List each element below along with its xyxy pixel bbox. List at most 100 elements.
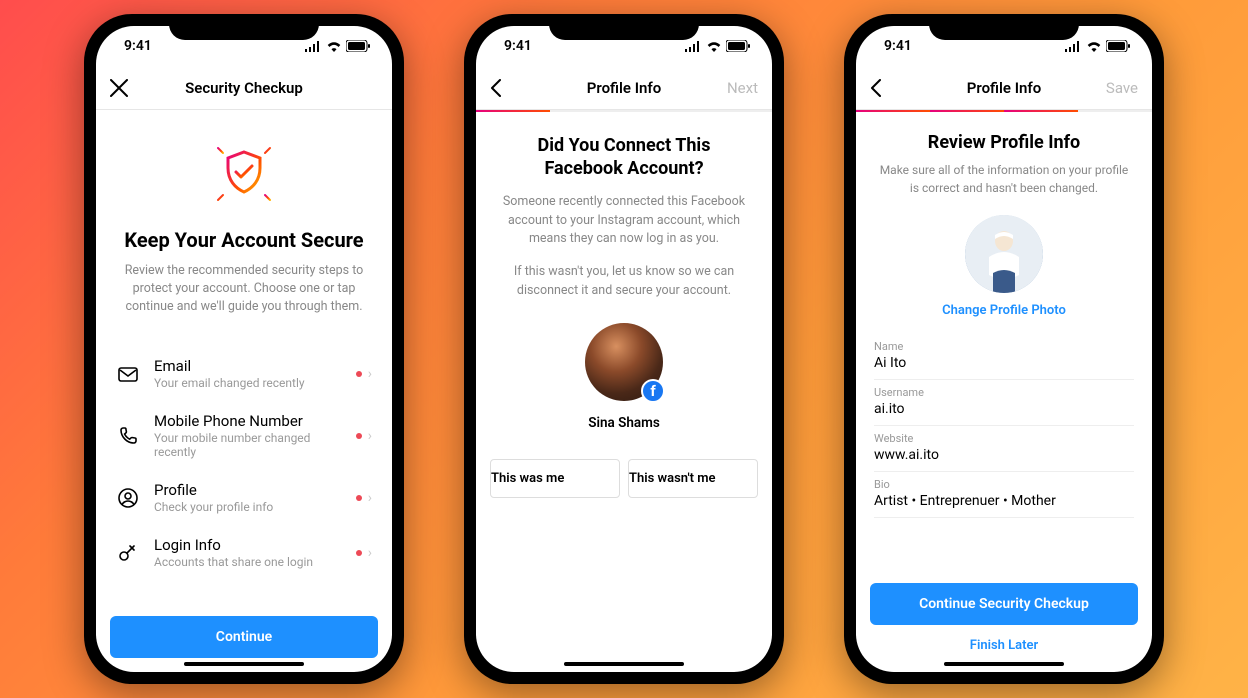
close-icon <box>110 79 128 97</box>
field-label: Bio <box>874 478 1134 491</box>
avatar-name: Sina Shams <box>500 415 748 431</box>
content: Review Profile Info Make sure all of the… <box>856 112 1152 672</box>
profile-fields: Name Ai Ito Username ai.ito Website www.… <box>856 328 1152 518</box>
cellular-icon <box>685 41 702 52</box>
wifi-icon <box>706 41 722 52</box>
this-was-me-button[interactable]: This was me <box>490 459 620 498</box>
status-icons <box>1065 40 1130 52</box>
nav-title: Profile Info <box>967 79 1041 97</box>
content: Keep Your Account Secure Review the reco… <box>96 110 392 672</box>
field-value: Artist • Entreprenuer • Mother <box>874 493 1134 509</box>
screen-connect-facebook: 9:41 Profile Info Next Did You Connect T… <box>476 26 772 672</box>
item-title: Email <box>154 357 342 375</box>
item-subtitle: Your mobile number changed recently <box>154 431 342 459</box>
shield-illustration <box>204 134 284 214</box>
security-item-phone[interactable]: Mobile Phone Number Your mobile number c… <box>102 401 386 470</box>
item-title: Mobile Phone Number <box>154 412 342 430</box>
item-title: Profile <box>154 481 342 499</box>
back-icon <box>490 79 502 97</box>
alert-dot-icon <box>356 371 362 377</box>
cellular-icon <box>305 41 322 52</box>
item-title: Login Info <box>154 536 342 554</box>
continue-button[interactable]: Continue <box>110 616 378 658</box>
alert-dot-icon <box>356 433 362 439</box>
content: Did You Connect This Facebook Account? S… <box>476 112 772 672</box>
status-icons <box>685 40 750 52</box>
battery-icon <box>346 40 370 52</box>
cellular-icon <box>1065 41 1082 52</box>
field-label: Name <box>874 340 1134 353</box>
field-value: www.ai.ito <box>874 447 1134 463</box>
phone-notch <box>549 14 699 40</box>
nav-title: Security Checkup <box>185 79 303 97</box>
hero: Keep Your Account Secure Review the reco… <box>96 110 392 336</box>
field-label: Username <box>874 386 1134 399</box>
battery-icon <box>1106 40 1130 52</box>
field-value: ai.ito <box>874 401 1134 417</box>
profile-icon <box>116 486 140 510</box>
facebook-badge-icon: f <box>641 379 665 403</box>
screen-review-profile: 9:41 Profile Info Save Review Profile In… <box>856 26 1152 672</box>
field-bio[interactable]: Bio Artist • Entreprenuer • Mother <box>874 472 1134 518</box>
continue-checkup-button[interactable]: Continue Security Checkup <box>870 583 1138 625</box>
status-icons <box>305 40 370 52</box>
heading: Review Profile Info <box>878 132 1130 153</box>
nav-header: Profile Info Next <box>476 66 772 110</box>
phone-mockup-3: 9:41 Profile Info Save Review Profile In… <box>844 14 1164 684</box>
hero-title: Keep Your Account Secure <box>116 228 372 252</box>
screen-security-checkup: 9:41 Security Checkup <box>96 26 392 672</box>
nav-close-button[interactable] <box>110 79 150 97</box>
nav-header: Security Checkup <box>96 66 392 110</box>
item-subtitle: Your email changed recently <box>154 376 342 390</box>
phone-mockup-1: 9:41 Security Checkup <box>84 14 404 684</box>
back-icon <box>870 79 882 97</box>
phone-mockup-2: 9:41 Profile Info Next Did You Connect T… <box>464 14 784 684</box>
item-subtitle: Accounts that share one login <box>154 555 342 569</box>
status-time: 9:41 <box>504 38 532 54</box>
home-indicator[interactable] <box>944 662 1064 666</box>
field-username[interactable]: Username ai.ito <box>874 380 1134 426</box>
wifi-icon <box>1086 41 1102 52</box>
alert-dot-icon <box>356 550 362 556</box>
nav-back-button[interactable] <box>490 79 530 97</box>
this-wasnt-me-button[interactable]: This wasn't me <box>628 459 758 498</box>
security-items-list: Email Your email changed recently › Mobi… <box>96 336 392 580</box>
nav-title: Profile Info <box>587 79 661 97</box>
alert-dot-icon <box>356 495 362 501</box>
description-text: If this wasn't you, let us know so we ca… <box>500 263 748 301</box>
security-item-email[interactable]: Email Your email changed recently › <box>102 346 386 401</box>
phone-notch <box>169 14 319 40</box>
security-item-profile[interactable]: Profile Check your profile info › <box>102 470 386 525</box>
subtext: Make sure all of the information on your… <box>878 161 1130 197</box>
description-text: Someone recently connected this Facebook… <box>500 193 748 249</box>
profile-avatar <box>965 215 1043 293</box>
home-indicator[interactable] <box>184 662 304 666</box>
home-indicator[interactable] <box>564 662 684 666</box>
chevron-right-icon: › <box>368 366 372 382</box>
phone-notch <box>929 14 1079 40</box>
status-time: 9:41 <box>884 38 912 54</box>
key-icon <box>116 541 140 565</box>
battery-icon <box>726 40 750 52</box>
phone-icon <box>116 424 140 448</box>
nav-save-button[interactable]: Save <box>1098 79 1138 97</box>
field-website[interactable]: Website www.ai.ito <box>874 426 1134 472</box>
finish-later-link[interactable]: Finish Later <box>870 625 1138 666</box>
chevron-right-icon: › <box>368 545 372 561</box>
chevron-right-icon: › <box>368 428 372 444</box>
heading: Did You Connect This Facebook Account? <box>500 134 748 181</box>
chevron-right-icon: › <box>368 490 372 506</box>
security-item-login[interactable]: Login Info Accounts that share one login… <box>102 525 386 580</box>
hero-subtext: Review the recommended security steps to… <box>116 262 372 316</box>
wifi-icon <box>326 41 342 52</box>
nav-next-button[interactable]: Next <box>718 79 758 97</box>
facebook-avatar: f <box>585 323 663 401</box>
field-label: Website <box>874 432 1134 445</box>
field-value: Ai Ito <box>874 355 1134 371</box>
item-subtitle: Check your profile info <box>154 500 342 514</box>
status-time: 9:41 <box>124 38 152 54</box>
field-name[interactable]: Name Ai Ito <box>874 334 1134 380</box>
email-icon <box>116 362 140 386</box>
nav-back-button[interactable] <box>870 79 910 97</box>
change-photo-link[interactable]: Change Profile Photo <box>878 303 1130 318</box>
